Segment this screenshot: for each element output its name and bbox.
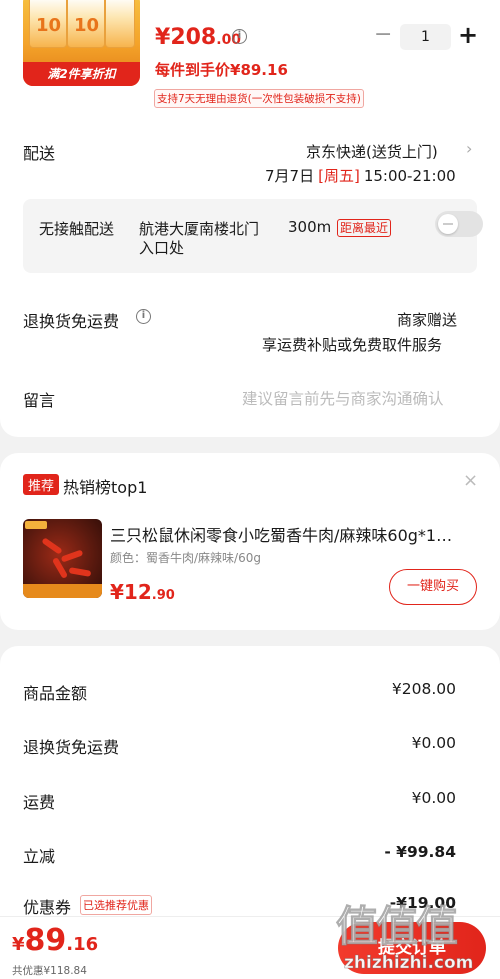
summary-value-coupon[interactable]: -¥19.00 — [390, 894, 456, 912]
summary-value-instant-discount: - ¥99.84 — [384, 843, 456, 861]
contactless-delivery-box: 无接触配送 航港大厦南楼北门 入口处 300m 距离最近 — [23, 199, 483, 273]
recommended-product-price: ¥12.90 — [110, 580, 175, 604]
contactless-label: 无接触配送 — [39, 220, 115, 238]
summary-label-goods: 商品金额 — [23, 684, 88, 703]
coupon-recommended-tag: 已选推荐优惠 — [80, 895, 152, 915]
return-shipping-info-icon[interactable]: i — [136, 309, 151, 324]
product-thumbnail[interactable]: 10 10 满2件享折扣 — [23, 0, 140, 86]
delivery-carrier[interactable]: 京东快递(送货上门) — [306, 141, 438, 162]
product-pack-image: 10 — [67, 0, 105, 48]
order-item-card: 10 10 满2件享折扣 ¥208.00 i − 1 + 每件到手价¥89.16… — [0, 0, 500, 437]
checkout-bar: ¥89.16 共优惠¥118.84 提交订单 — [0, 916, 500, 979]
summary-value-shipping: ¥0.00 — [411, 789, 456, 807]
recommended-product-name[interactable]: 三只松鼠休闲零食小吃蜀香牛肉/麻辣味60g*1… — [110, 522, 470, 546]
summary-label-shipping: 运费 — [23, 793, 56, 812]
return-policy-tag: 支持7天无理由退货(一次性包装破损不支持) — [154, 89, 364, 108]
submit-order-button[interactable]: 提交订单 — [338, 922, 486, 974]
return-shipping-label: 退换货免运费 — [23, 312, 120, 331]
discount-badge: 满2件享折扣 — [23, 62, 140, 86]
delivery-time[interactable]: 7月7日 [周五] 15:00-21:00 — [265, 165, 456, 186]
recommend-tag: 推荐 — [23, 474, 60, 495]
recommendation-card: 推荐 热销榜top1 × 三只松鼠休闲零食小吃蜀香牛肉/麻辣味60g*1… 颜色… — [0, 453, 500, 630]
quantity-increase-button[interactable]: + — [458, 22, 478, 48]
per-item-price: 每件到手价¥89.16 — [155, 61, 288, 79]
toggle-knob — [438, 214, 458, 234]
quantity-input[interactable]: 1 — [400, 24, 451, 50]
product-pack-image — [105, 0, 135, 48]
contactless-address-line2: 入口处 — [139, 239, 185, 257]
message-label: 留言 — [23, 391, 56, 410]
product-pack-image: 10 — [29, 0, 67, 48]
price-info-icon[interactable]: i — [232, 29, 247, 44]
nearest-distance-tag: 距离最近 — [337, 219, 392, 237]
message-input[interactable]: 建议留言前先与商家沟通确认 — [242, 387, 444, 409]
summary-value-goods: ¥208.00 — [391, 680, 456, 698]
recommended-product-image[interactable] — [23, 519, 102, 598]
close-icon[interactable]: × — [463, 470, 478, 491]
contactless-toggle[interactable] — [435, 211, 483, 237]
total-saved: 共优惠¥118.84 — [12, 965, 87, 977]
quantity-decrease-button[interactable]: − — [374, 24, 392, 48]
summary-label-return-shipping: 退换货免运费 — [23, 738, 120, 757]
chevron-right-icon[interactable]: › — [466, 139, 472, 158]
return-shipping-detail: 享运费补贴或免费取件服务 — [262, 336, 443, 354]
return-shipping-value: 商家赠送 — [397, 311, 458, 329]
product-price: ¥208.00 — [155, 25, 242, 50]
summary-label-instant-discount: 立减 — [23, 847, 56, 866]
summary-label-coupon[interactable]: 优惠券 — [23, 894, 71, 918]
recommendation-title: 热销榜top1 — [63, 478, 148, 497]
total-price: ¥89.16 — [12, 923, 99, 958]
one-click-buy-button[interactable]: 一键购买 — [389, 569, 477, 605]
contactless-distance: 300m — [288, 218, 332, 236]
delivery-label: 配送 — [23, 144, 56, 163]
summary-value-return-shipping: ¥0.00 — [411, 734, 456, 752]
contactless-address-line1: 航港大厦南楼北门 — [139, 220, 260, 238]
recommended-product-color: 颜色：蜀香牛肉/麻辣味/60g — [110, 551, 261, 565]
